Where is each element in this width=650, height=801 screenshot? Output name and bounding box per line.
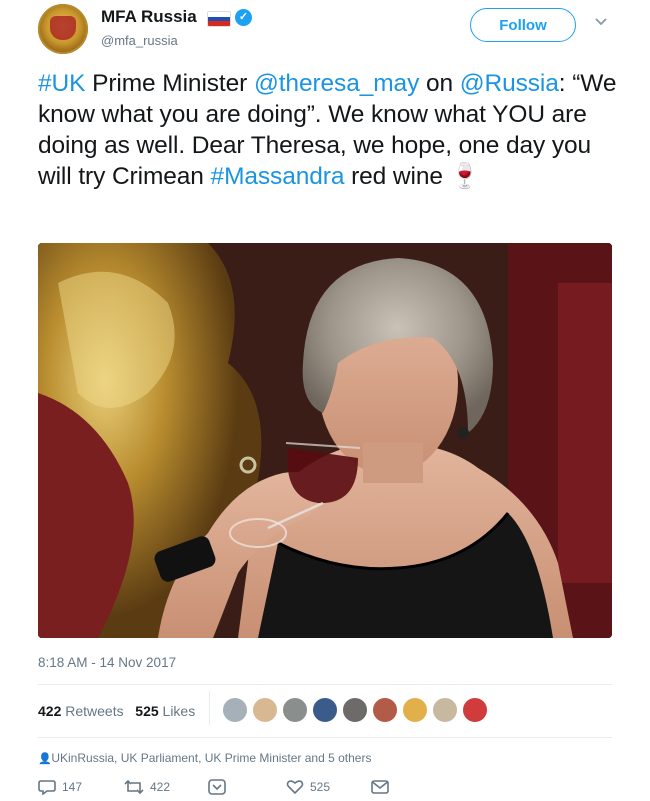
retweet-button[interactable]: 422 <box>124 779 170 795</box>
avatar[interactable] <box>432 697 458 723</box>
avatar[interactable] <box>402 697 428 723</box>
likes-count: 525 <box>135 703 159 719</box>
divider <box>38 684 612 685</box>
photo-illustration <box>38 243 612 638</box>
divider <box>209 691 210 725</box>
wine-glass-icon: 🍷 <box>449 163 481 190</box>
avatar[interactable] <box>38 4 88 54</box>
retweets-count: 422 <box>38 703 62 719</box>
reply-count: 147 <box>62 780 83 794</box>
mention-link[interactable]: @theresa_may <box>254 70 419 97</box>
like-button[interactable]: 525 <box>286 779 330 795</box>
tweet-timestamp[interactable]: 8:18 AM - 14 Nov 2017 <box>38 655 176 670</box>
tweet-text-segment: on <box>419 70 460 97</box>
avatar[interactable] <box>252 697 278 723</box>
likes-label: Likes <box>162 703 196 719</box>
person-icon: 👤 <box>38 753 52 765</box>
avatar[interactable] <box>462 697 488 723</box>
tweet-text-segment: red wine <box>344 163 450 190</box>
envelope-icon <box>371 779 389 795</box>
chevron-down-box-icon <box>208 779 226 795</box>
handle[interactable]: @mfa_russia <box>101 33 178 48</box>
avatar[interactable] <box>372 697 398 723</box>
display-name[interactable]: MFA Russia <box>101 7 197 27</box>
tweet-photo[interactable] <box>38 243 612 638</box>
social-context-text[interactable]: UKinRussia, UK Parliament, UK Prime Mini… <box>51 751 371 765</box>
retweets-label: Retweets <box>65 703 124 719</box>
russia-flag-icon <box>207 11 231 27</box>
coat-of-arms-icon <box>50 16 76 40</box>
retweets-stat[interactable]: 422 Retweets <box>38 703 124 719</box>
chevron-down-icon[interactable] <box>594 14 610 30</box>
avatar[interactable] <box>282 697 308 723</box>
reply-icon <box>38 779 56 795</box>
retweet-count: 422 <box>150 780 171 794</box>
social-context: 👤 UKinRussia, UK Parliament, UK Prime Mi… <box>38 751 371 765</box>
like-count: 525 <box>310 780 331 794</box>
likes-stat[interactable]: 525 Likes <box>135 703 195 719</box>
verified-icon: ✓ <box>235 9 252 26</box>
heart-icon <box>286 779 304 795</box>
tweet-text: #UK Prime Minister @theresa_may on @Russ… <box>38 68 618 192</box>
tweet-text-segment: Prime Minister <box>85 70 254 97</box>
reply-button[interactable]: 147 <box>38 779 82 795</box>
share-button[interactable] <box>208 779 226 795</box>
avatar[interactable] <box>222 697 248 723</box>
hashtag-link[interactable]: #UK <box>38 70 85 97</box>
divider <box>38 737 612 738</box>
avatar[interactable] <box>342 697 368 723</box>
retweet-icon <box>124 779 144 795</box>
avatar[interactable] <box>312 697 338 723</box>
mention-link[interactable]: @Russia <box>460 70 559 97</box>
tweet-stats: 422 Retweets 525 Likes <box>38 703 195 719</box>
follow-button[interactable]: Follow <box>470 8 576 42</box>
direct-message-button[interactable] <box>371 779 389 795</box>
hashtag-link[interactable]: #Massandra <box>211 163 345 190</box>
